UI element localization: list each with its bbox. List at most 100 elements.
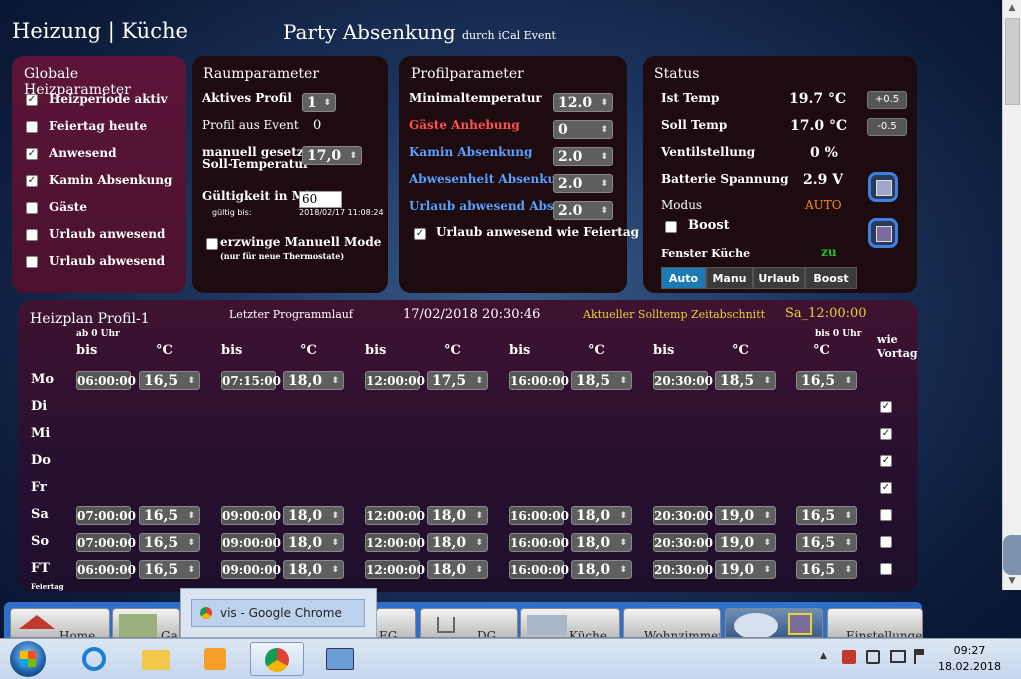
- plan-time-field[interactable]: 12:00:00: [365, 371, 425, 390]
- plan-temp-select[interactable]: 16,5 ⬍: [139, 560, 200, 579]
- plan-temp-select[interactable]: 18,0 ⬍: [571, 533, 632, 552]
- global-param-checkbox[interactable]: ✓: [26, 175, 38, 187]
- taskbar-preview-popup[interactable]: vis - Google Chrome: [180, 588, 377, 638]
- plan-time-field[interactable]: 16:00:00: [509, 371, 569, 390]
- profile-param-select[interactable]: 2.0 ⬍: [553, 174, 613, 193]
- taskbar-chrome[interactable]: [250, 642, 304, 676]
- plan-temp-select[interactable]: 18,0 ⬍: [283, 560, 344, 579]
- valid-minutes-input[interactable]: 60: [299, 191, 342, 208]
- scroll-down-icon[interactable]: ▼: [1003, 573, 1021, 590]
- same-as-prev-checkbox[interactable]: ✓: [880, 482, 892, 494]
- profile-param-select[interactable]: 2.0 ⬍: [553, 201, 613, 220]
- plan-time-field[interactable]: 06:00:00: [76, 371, 136, 390]
- plan-temp-select[interactable]: 16,5 ⬍: [796, 533, 857, 552]
- profile-param-select[interactable]: 0 ⬍: [553, 120, 613, 139]
- same-as-prev-checkbox[interactable]: [880, 509, 892, 521]
- nav-tab-dg[interactable]: DG: [420, 608, 518, 638]
- plan-time-field[interactable]: 07:15:00: [221, 371, 281, 390]
- scroll-thumb[interactable]: [1005, 18, 1020, 105]
- manual-temp-select[interactable]: 17,0 ⬍: [302, 146, 362, 165]
- plan-time-field[interactable]: 20:30:00: [653, 506, 713, 525]
- taskbar-media[interactable]: [188, 642, 242, 676]
- plan-temp-select[interactable]: 18,0 ⬍: [427, 506, 488, 525]
- plan-temp-select[interactable]: 16,5 ⬍: [796, 371, 857, 390]
- network-icon[interactable]: [890, 650, 906, 663]
- plan-temp-select[interactable]: 19,0 ⬍: [715, 533, 776, 552]
- active-profile-select[interactable]: 1 ⬍: [302, 93, 336, 112]
- nav-tab-weather[interactable]: [725, 608, 823, 638]
- plan-temp-select[interactable]: 18,0 ⬍: [571, 506, 632, 525]
- plan-temp-select[interactable]: 16,5 ⬍: [796, 506, 857, 525]
- boost-checkbox[interactable]: [665, 221, 677, 233]
- taskbar-clock[interactable]: 09:27 18.02.2018: [938, 643, 1001, 675]
- plan-temp-select[interactable]: 18,0 ⬍: [571, 560, 632, 579]
- tray-expand-icon[interactable]: ▲: [820, 651, 827, 661]
- side-widget[interactable]: [1003, 535, 1021, 575]
- nav-tab-home[interactable]: Home: [10, 608, 110, 638]
- profile-param-select[interactable]: 2.0 ⬍: [553, 147, 613, 166]
- temp-plus-button[interactable]: +0.5: [867, 91, 907, 109]
- plan-time-field[interactable]: 07:00:00: [76, 506, 136, 525]
- volume-icon[interactable]: [866, 650, 880, 664]
- same-as-prev-checkbox[interactable]: ✓: [880, 428, 892, 440]
- plan-time-field[interactable]: 09:00:00: [221, 560, 281, 579]
- vertical-scrollbar[interactable]: ▲ ▼: [1002, 0, 1021, 590]
- global-param-checkbox[interactable]: [26, 202, 38, 214]
- holiday-checkbox[interactable]: ✓: [414, 228, 426, 240]
- antivirus-icon[interactable]: [842, 650, 856, 664]
- plan-temp-select[interactable]: 18,0 ⬍: [427, 560, 488, 579]
- plan-time-field[interactable]: 12:00:00: [365, 560, 425, 579]
- plan-time-field[interactable]: 16:00:00: [509, 560, 569, 579]
- plan-temp-select[interactable]: 18,0 ⬍: [283, 371, 344, 390]
- nav-tab-kueche[interactable]: Küche: [520, 608, 620, 638]
- taskbar-explorer[interactable]: [128, 642, 182, 676]
- plan-time-field[interactable]: 20:30:00: [653, 560, 713, 579]
- same-as-prev-checkbox[interactable]: ✓: [880, 401, 892, 413]
- mode-urlaub-button[interactable]: Urlaub: [753, 267, 805, 289]
- same-as-prev-checkbox[interactable]: [880, 563, 892, 575]
- taskbar-app[interactable]: [312, 642, 366, 676]
- plan-time-field[interactable]: 09:00:00: [221, 506, 281, 525]
- nav-tab-einstellungen[interactable]: Einstellungen: [827, 608, 923, 638]
- global-param-checkbox[interactable]: [26, 256, 38, 268]
- temp-minus-button[interactable]: -0.5: [867, 118, 907, 136]
- plan-temp-select[interactable]: 18,0 ⬍: [283, 533, 344, 552]
- same-as-prev-checkbox[interactable]: ✓: [880, 455, 892, 467]
- chrome-window-preview[interactable]: vis - Google Chrome: [191, 599, 365, 627]
- profile-param-select[interactable]: 12.0 ⬍: [553, 93, 613, 112]
- plan-temp-select[interactable]: 18,0 ⬍: [283, 506, 344, 525]
- plan-time-field[interactable]: 20:30:00: [653, 533, 713, 552]
- same-as-prev-checkbox[interactable]: [880, 536, 892, 548]
- plan-time-field[interactable]: 09:00:00: [221, 533, 281, 552]
- start-button[interactable]: [10, 641, 46, 677]
- plan-temp-select[interactable]: 19,0 ⬍: [715, 506, 776, 525]
- plan-temp-select[interactable]: 18,0 ⬍: [427, 533, 488, 552]
- plan-temp-select[interactable]: 19,0 ⬍: [715, 560, 776, 579]
- plan-temp-select[interactable]: 16,5 ⬍: [139, 533, 200, 552]
- plan-time-field[interactable]: 07:00:00: [76, 533, 136, 552]
- mode-boost-button[interactable]: Boost: [805, 267, 857, 289]
- global-param-checkbox[interactable]: ✓: [26, 94, 38, 106]
- plan-time-field[interactable]: 06:00:00: [76, 560, 136, 579]
- taskbar-ie[interactable]: [68, 642, 122, 676]
- plan-temp-select[interactable]: 16,5 ⬍: [139, 506, 200, 525]
- plan-time-field[interactable]: 12:00:00: [365, 533, 425, 552]
- mode-manu-button[interactable]: Manu: [706, 267, 753, 289]
- plan-time-field[interactable]: 16:00:00: [509, 533, 569, 552]
- scroll-up-icon[interactable]: ▲: [1003, 0, 1021, 17]
- mode-auto-button[interactable]: Auto: [661, 267, 706, 289]
- global-param-checkbox[interactable]: [26, 121, 38, 133]
- nav-tab-eg[interactable]: EG: [376, 608, 416, 638]
- global-param-checkbox[interactable]: ✓: [26, 148, 38, 160]
- plan-temp-select[interactable]: 17,5 ⬍: [427, 371, 488, 390]
- window-icon[interactable]: [868, 218, 898, 248]
- plan-time-field[interactable]: 16:00:00: [509, 506, 569, 525]
- plan-temp-select[interactable]: 16,5 ⬍: [796, 560, 857, 579]
- plan-time-field[interactable]: 12:00:00: [365, 506, 425, 525]
- plan-temp-select[interactable]: 18,5 ⬍: [571, 371, 632, 390]
- flag-icon[interactable]: [914, 649, 924, 664]
- thermostat-icon[interactable]: [868, 172, 898, 202]
- global-param-checkbox[interactable]: [26, 229, 38, 241]
- force-manual-checkbox[interactable]: [206, 238, 218, 250]
- plan-time-field[interactable]: 20:30:00: [653, 371, 713, 390]
